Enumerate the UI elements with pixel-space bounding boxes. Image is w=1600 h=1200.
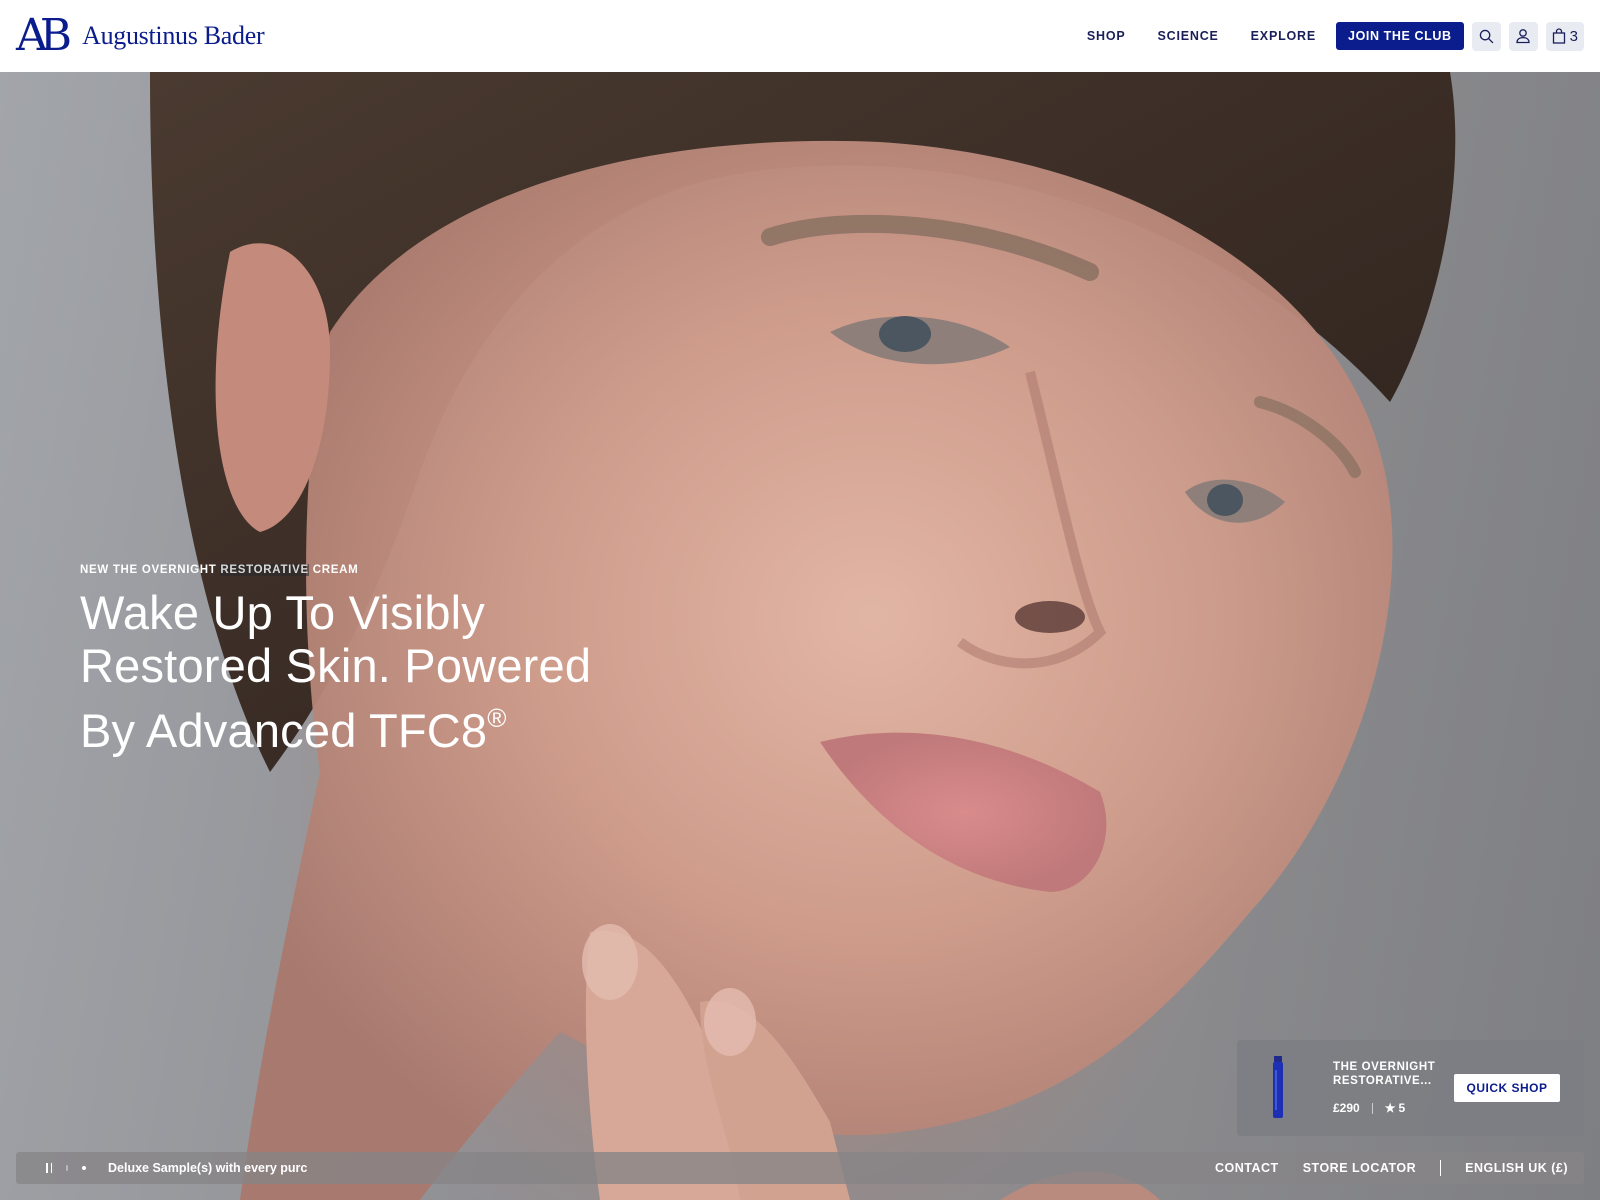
bag-icon <box>1552 28 1565 44</box>
hero-headline-text: Wake Up To Visibly Restored Skin. Powere… <box>80 586 592 757</box>
store-locator-link[interactable]: STORE LOCATOR <box>1303 1161 1416 1175</box>
search-button[interactable] <box>1471 21 1501 51</box>
contact-link[interactable]: CONTACT <box>1215 1161 1279 1175</box>
bottom-bar: Deluxe Sample(s) with every purc CONTACT… <box>16 1152 1584 1184</box>
hero-headline: Wake Up To Visibly Restored Skin. Powere… <box>80 586 640 757</box>
footer-divider <box>1440 1160 1442 1176</box>
meta-divider <box>1371 1102 1373 1114</box>
nav-shop[interactable]: SHOP <box>1087 29 1126 43</box>
product-rating: 5 <box>1398 1101 1406 1115</box>
product-meta: £290 ★ 5 <box>1333 1101 1405 1115</box>
nav-explore[interactable]: EXPLORE <box>1251 29 1316 43</box>
cart-button[interactable]: 3 <box>1545 21 1584 51</box>
product-price: £290 <box>1333 1101 1360 1115</box>
site-header: AB Augustinus Bader SHOP SCIENCE EXPLORE… <box>0 0 1600 72</box>
pause-icon[interactable] <box>46 1163 52 1173</box>
product-thumbnail <box>1273 1056 1283 1118</box>
promo-ticker: Deluxe Sample(s) with every purc <box>108 1161 308 1175</box>
footer-links: CONTACT STORE LOCATOR ENGLISH UK (£) <box>1191 1160 1568 1176</box>
hero-eyebrow: NEW THE OVERNIGHT RESTORATIVE CREAM <box>80 564 640 576</box>
product-card[interactable]: THE OVERNIGHT RESTORATIVE... £290 ★ 5 QU… <box>1237 1040 1584 1136</box>
main-nav: SHOP SCIENCE EXPLORE JOIN THE CLUB 3 <box>1087 21 1584 51</box>
carousel-dot[interactable] <box>66 1165 68 1171</box>
brand-logo[interactable]: AB Augustinus Bader <box>16 10 265 61</box>
hero-section: NEW THE OVERNIGHT RESTORATIVE CREAM Wake… <box>0 72 1600 1200</box>
registered-mark: ® <box>487 703 507 733</box>
account-button[interactable] <box>1508 21 1538 51</box>
quick-shop-button[interactable]: QUICK SHOP <box>1454 1074 1560 1102</box>
account-icon <box>1516 29 1530 44</box>
product-name[interactable]: THE OVERNIGHT RESTORATIVE... <box>1333 1060 1443 1088</box>
eyebrow-text-end: CREAM <box>308 564 359 576</box>
join-the-club-button[interactable]: JOIN THE CLUB <box>1336 22 1464 50</box>
eyebrow-highlight: RESTORATIVE <box>220 564 309 576</box>
eyebrow-text-start: NEW THE OVERNIGHT <box>80 564 221 576</box>
search-icon <box>1479 29 1493 43</box>
nav-science[interactable]: SCIENCE <box>1158 29 1219 43</box>
carousel-dot-active[interactable] <box>82 1166 86 1170</box>
brand-name: Augustinus Bader <box>82 21 265 50</box>
star-icon: ★ <box>1384 1101 1396 1115</box>
locale-selector[interactable]: ENGLISH UK (£) <box>1465 1161 1568 1175</box>
hero-copy: NEW THE OVERNIGHT RESTORATIVE CREAM Wake… <box>80 564 640 757</box>
cart-count: 3 <box>1569 27 1578 45</box>
brand-monogram: AB <box>16 10 72 61</box>
